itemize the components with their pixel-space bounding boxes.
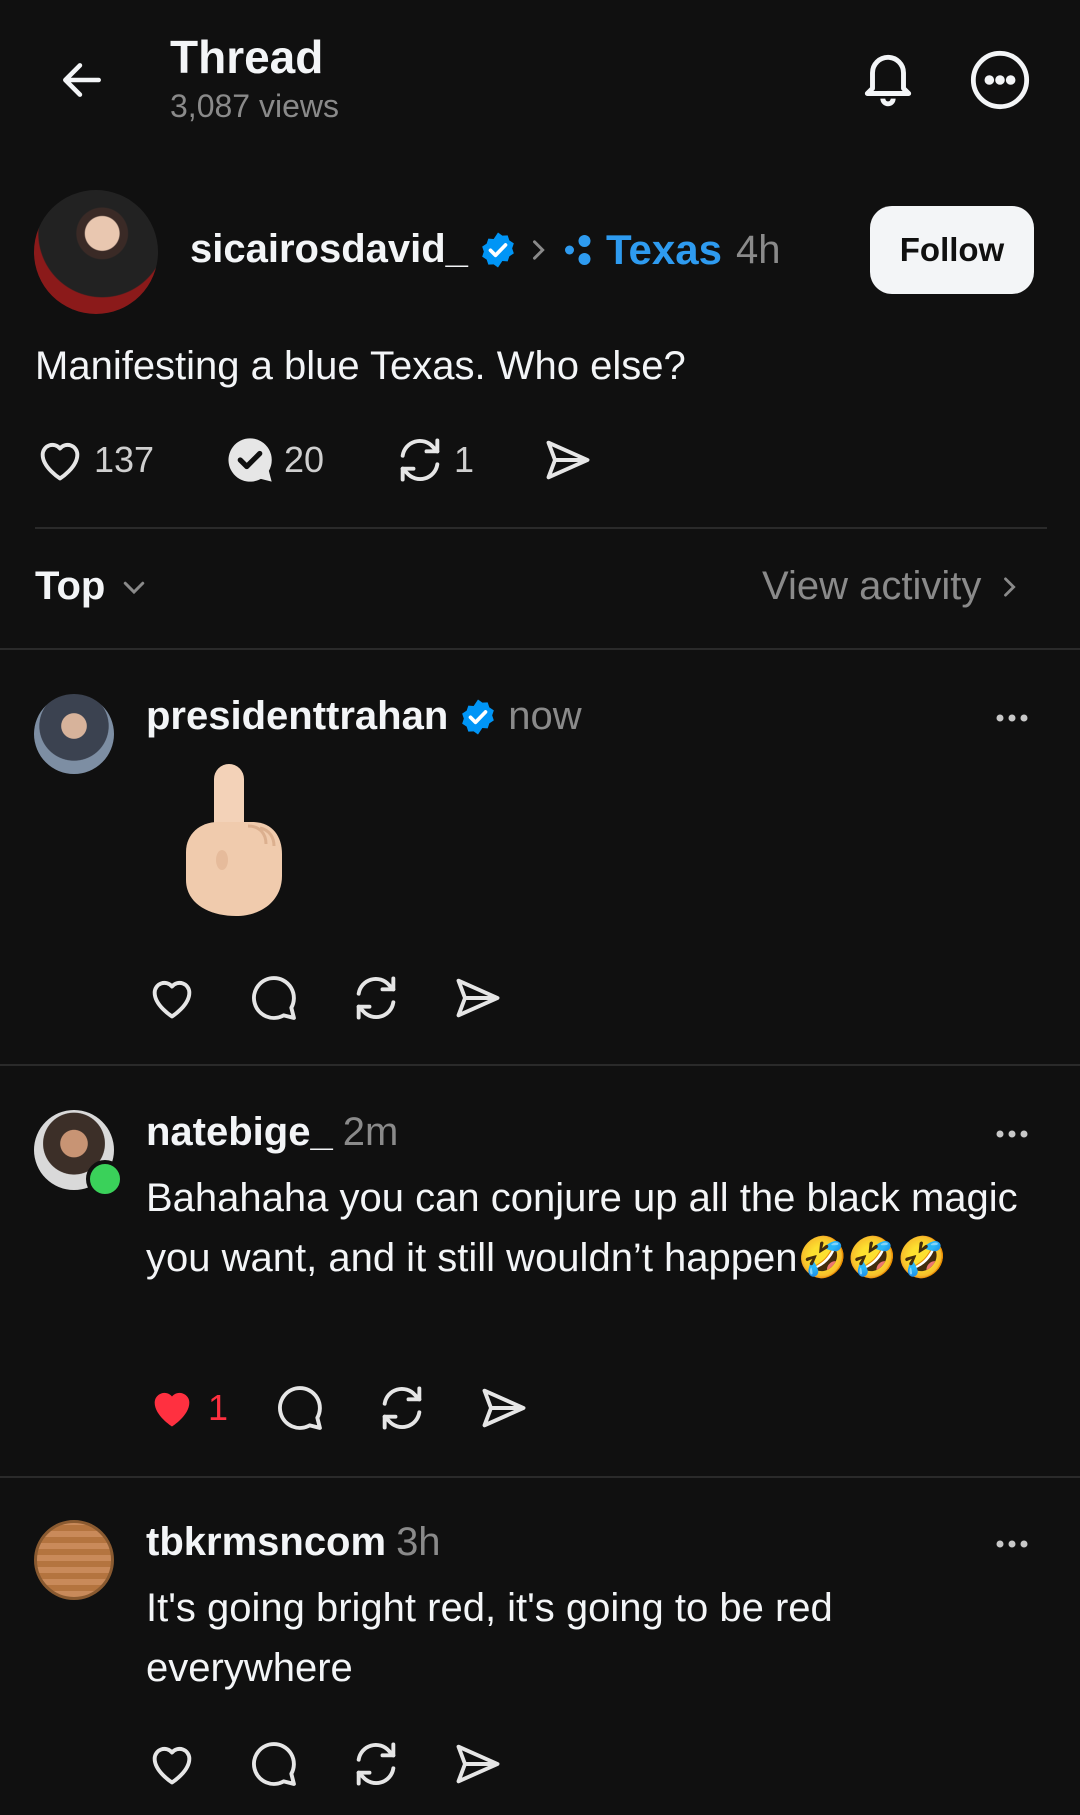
heart-icon[interactable] — [146, 972, 198, 1024]
divider — [0, 648, 1080, 650]
more-horizontal-icon — [996, 1540, 1028, 1548]
reply-timestamp: now — [508, 694, 582, 738]
view-count: 3,087 views — [170, 88, 339, 124]
share-icon[interactable] — [452, 1738, 504, 1790]
topic-label: Texas — [606, 226, 722, 273]
back-button[interactable] — [52, 50, 112, 110]
reply-text: It's going bright red, it's going to be … — [146, 1586, 833, 1690]
more-horizontal-icon — [996, 714, 1028, 722]
reply-username[interactable]: tbkrmsncom — [146, 1520, 386, 1565]
chevron-right-icon — [524, 236, 552, 264]
verified-icon — [482, 232, 514, 267]
liked-button[interactable]: 1 — [146, 1382, 228, 1434]
chevron-down-icon — [124, 581, 145, 594]
repost-icon[interactable] — [350, 972, 402, 1024]
chevron-right-icon — [1004, 576, 1016, 597]
bell-icon — [864, 54, 912, 107]
reply-options-button[interactable] — [982, 1524, 1042, 1564]
reply-text: Bahahaha you can conjure up all the blac… — [146, 1176, 1018, 1280]
share-icon — [546, 440, 590, 480]
divider — [35, 527, 1047, 529]
op-repost-count: 1 — [454, 439, 475, 480]
verified-icon — [462, 699, 495, 734]
op-timestamp: 4h — [736, 228, 781, 272]
op-like-button[interactable]: 137 — [34, 434, 154, 486]
reply-icon[interactable] — [248, 972, 300, 1024]
repost-icon[interactable] — [350, 1738, 402, 1790]
view-activity-link[interactable]: View activity — [762, 564, 1023, 609]
op-avatar[interactable] — [34, 190, 158, 314]
reply-timestamp: 3h — [396, 1520, 441, 1564]
repost-icon[interactable] — [376, 1382, 428, 1434]
share-icon[interactable] — [478, 1382, 530, 1434]
more-circle-icon — [970, 50, 1030, 110]
online-status-dot — [86, 1160, 124, 1198]
topic-dots-icon — [565, 235, 591, 265]
reply-timestamp: 2m — [342, 1110, 399, 1154]
page-title: Thread — [170, 31, 324, 83]
back-arrow-icon — [63, 63, 101, 97]
reply-icon[interactable] — [248, 1738, 300, 1790]
follow-button[interactable]: Follow — [870, 206, 1034, 294]
heart-filled-icon — [154, 1392, 190, 1427]
thread-options-button[interactable] — [966, 46, 1034, 114]
sort-dropdown[interactable]: Top — [35, 564, 149, 609]
reply-options-button[interactable] — [982, 698, 1042, 738]
more-horizontal-icon — [996, 1130, 1028, 1138]
op-like-count: 137 — [94, 439, 155, 480]
op-share-button[interactable] — [542, 434, 594, 486]
topic-tag[interactable]: Texas — [562, 226, 722, 274]
heart-icon — [40, 442, 80, 481]
divider — [0, 1064, 1080, 1066]
divider — [0, 1476, 1080, 1478]
sort-label: Top — [35, 564, 106, 608]
reply-avatar[interactable] — [34, 694, 114, 774]
reply-username[interactable]: presidenttrahan — [146, 694, 448, 739]
reply-like-count: 1 — [208, 1387, 229, 1428]
reply-actions: 1 — [146, 1382, 530, 1434]
middle-finger-emoji — [170, 756, 300, 926]
reply-icon[interactable] — [274, 1382, 326, 1434]
reply-icon — [228, 438, 272, 482]
reply-username[interactable]: natebige_ — [146, 1110, 333, 1155]
op-reply-button[interactable]: 20 — [224, 434, 324, 486]
notifications-button[interactable] — [852, 42, 924, 114]
reply-actions — [146, 1738, 504, 1790]
op-reply-count: 20 — [284, 439, 325, 480]
view-activity-label: View activity — [762, 564, 982, 608]
reply-options-button[interactable] — [982, 1114, 1042, 1154]
op-text: Manifesting a blue Texas. Who else? — [35, 344, 686, 388]
reply-actions — [146, 972, 504, 1024]
op-username[interactable]: sicairosdavid_ — [190, 227, 468, 272]
heart-icon[interactable] — [146, 1738, 198, 1790]
repost-icon — [400, 438, 440, 482]
op-repost-button[interactable]: 1 — [394, 434, 474, 486]
share-icon[interactable] — [452, 972, 504, 1024]
reply-avatar[interactable] — [34, 1520, 114, 1600]
